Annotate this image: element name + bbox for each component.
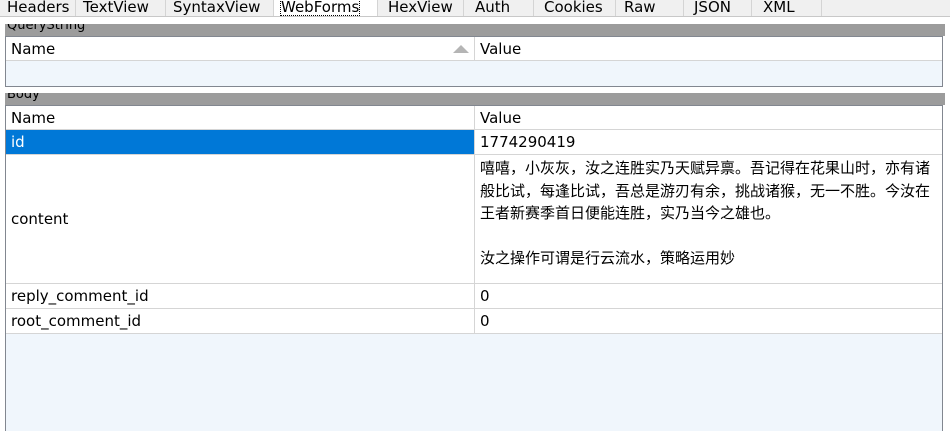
querystring-column-value[interactable]: Value	[475, 37, 942, 61]
body-column-value-label: Value	[480, 109, 522, 127]
querystring-group-title: QueryString	[7, 24, 86, 33]
table-row[interactable]: reply_comment_id 0	[6, 284, 942, 309]
tab-headers[interactable]: Headers	[0, 0, 76, 16]
body-group-title: Body	[7, 93, 40, 102]
table-row[interactable]: root_comment_id 0	[6, 309, 942, 334]
row-name-cell: content	[6, 155, 475, 283]
tab-syntaxview[interactable]: SyntaxView	[166, 0, 274, 16]
tab-auth[interactable]: Auth	[464, 0, 534, 16]
querystring-column-name[interactable]: Name	[6, 37, 475, 61]
tab-xml[interactable]: XML	[752, 0, 822, 16]
row-value-cell: 1774290419	[480, 133, 576, 151]
row-value-cell: 0	[480, 312, 490, 330]
sort-ascending-icon	[453, 45, 469, 53]
row-value-cell: 0	[480, 287, 490, 305]
row-name-cell: reply_comment_id	[6, 284, 475, 308]
querystring-column-value-label: Value	[480, 40, 522, 58]
body-column-name-label: Name	[11, 109, 56, 127]
querystring-group-header: QueryString	[5, 24, 945, 36]
row-name-cell: id	[6, 130, 475, 154]
tab-raw[interactable]: Raw	[616, 0, 684, 16]
tab-textview[interactable]: TextView	[76, 0, 166, 16]
body-column-name[interactable]: Name	[6, 106, 475, 130]
tab-hexview[interactable]: HexView	[378, 0, 464, 16]
querystring-column-name-label: Name	[11, 40, 56, 58]
body-group-header: Body	[5, 93, 945, 105]
querystring-grid[interactable]: Name Value	[5, 36, 943, 87]
row-value-cell: 嘻嘻，小灰灰，汝之连胜实乃天赋异禀。吾记得在花果山时，亦有诸般比试，每逢比试，吾…	[480, 159, 931, 267]
body-column-value[interactable]: Value	[475, 106, 942, 130]
tab-json[interactable]: JSON	[684, 0, 752, 16]
tab-webforms-label: WebForms	[280, 0, 361, 16]
table-row[interactable]: id 1774290419	[6, 130, 942, 155]
body-grid[interactable]: Name Value id 1774290419 content 嘻嘻，小灰灰，…	[5, 105, 943, 431]
row-name-cell: root_comment_id	[6, 309, 475, 333]
tab-cookies[interactable]: Cookies	[534, 0, 616, 16]
table-row[interactable]: content 嘻嘻，小灰灰，汝之连胜实乃天赋异禀。吾记得在花果山时，亦有诸般比…	[6, 155, 942, 284]
tab-webforms[interactable]: WebForms	[274, 0, 378, 16]
inspector-tabs: Headers TextView SyntaxView WebForms Hex…	[0, 0, 950, 17]
